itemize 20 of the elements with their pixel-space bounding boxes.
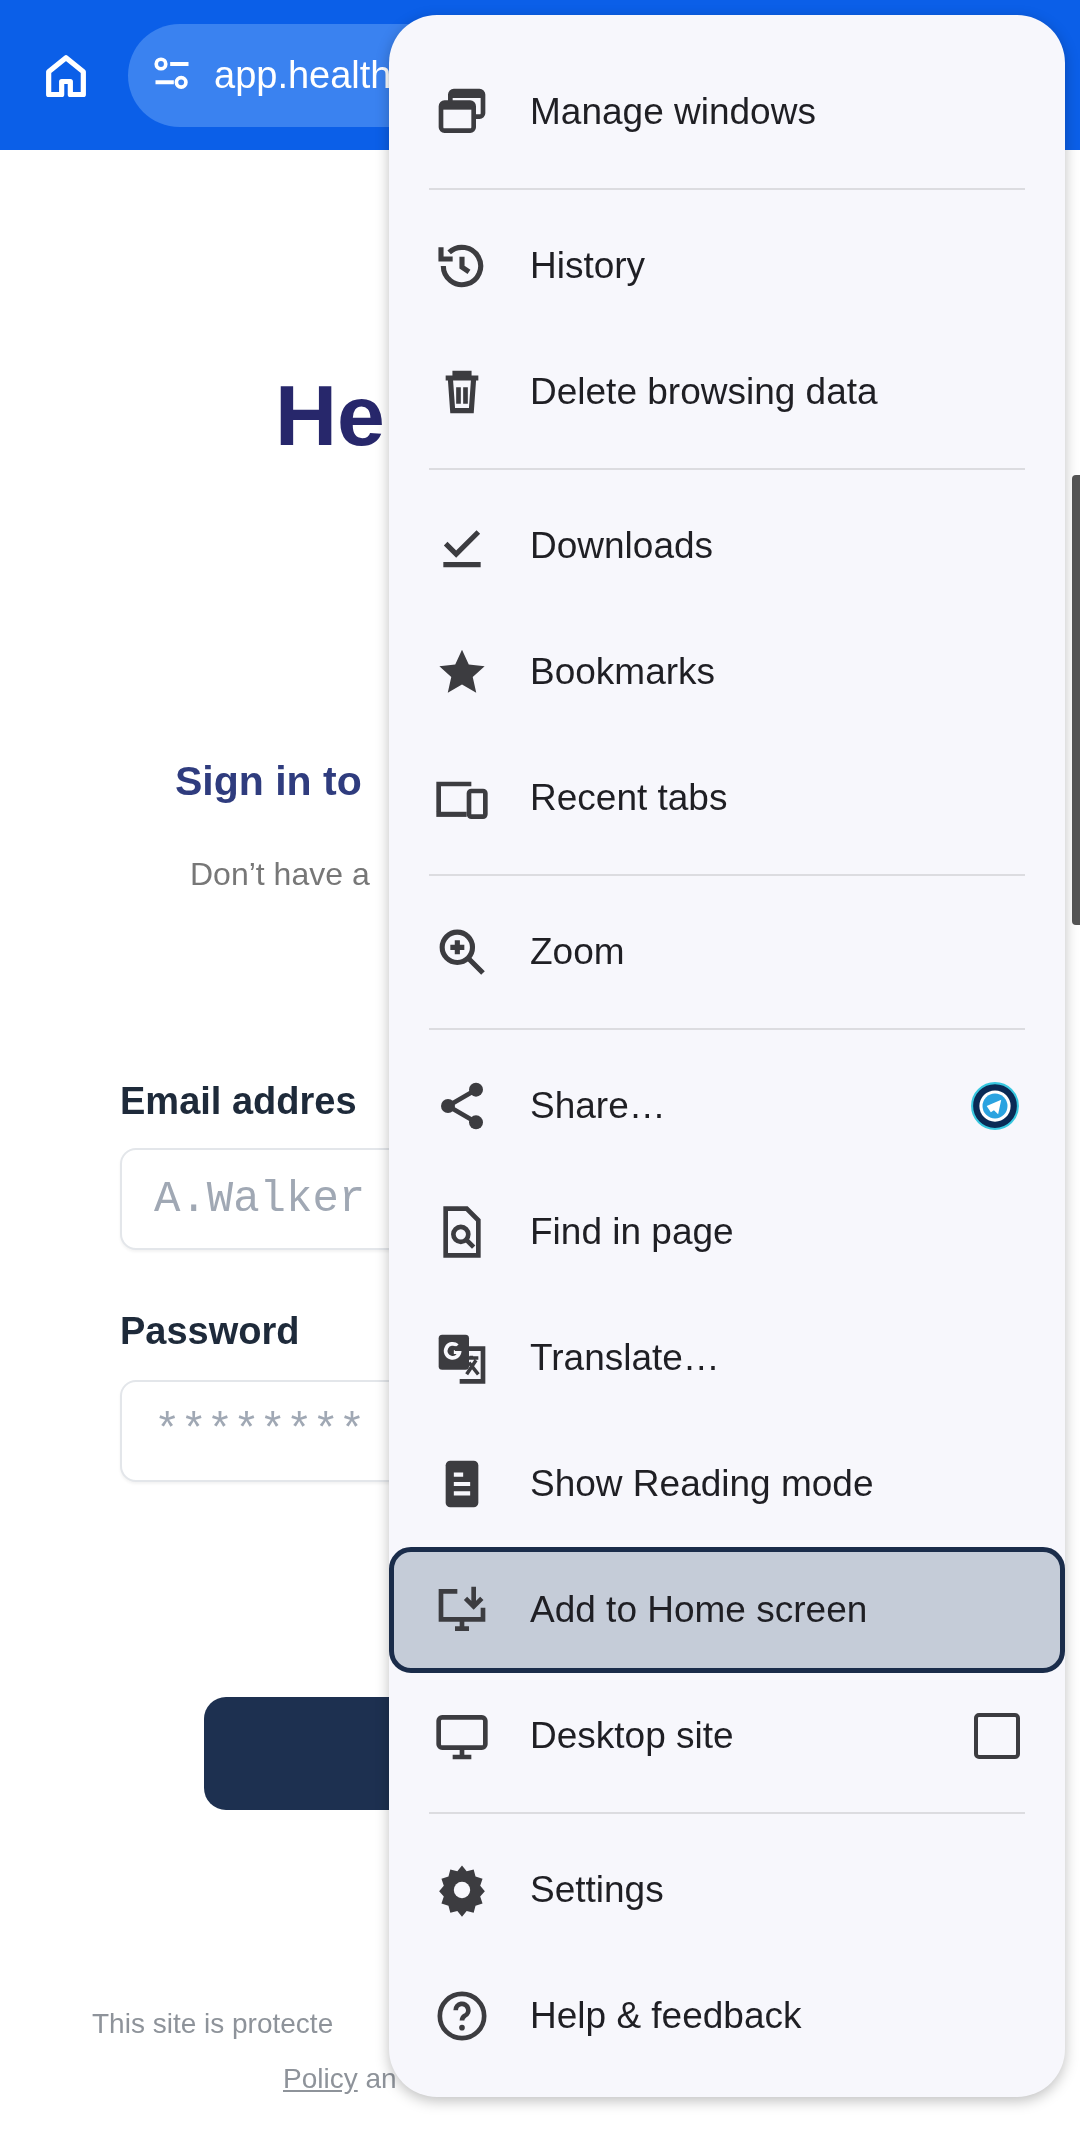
field-label: Email addres [120, 1082, 357, 1120]
menu-item[interactable]: Recent tabs [389, 735, 1065, 861]
checkbox[interactable] [974, 1713, 1020, 1759]
menu-item[interactable]: Desktop site [389, 1673, 1065, 1799]
page-heading: He [275, 372, 385, 458]
menu-item[interactable]: Bookmarks [389, 609, 1065, 735]
footer-text: This site is protecte [92, 2010, 334, 2038]
telegram-icon [970, 1081, 1020, 1131]
menu-item[interactable]: Delete browsing data [389, 329, 1065, 455]
footer-text: an [365, 2063, 397, 2094]
field-label: Password [120, 1312, 300, 1350]
menu-item[interactable]: History [389, 203, 1065, 329]
menu-item[interactable]: Downloads [389, 483, 1065, 609]
signup-prompt: Don’t have a [190, 858, 370, 890]
menu-item[interactable]: Add to Home screen [389, 1547, 1065, 1673]
menu-item[interactable]: Zoom [389, 889, 1065, 1015]
url-text: app.health [214, 52, 392, 98]
menu-item[interactable]: Manage windows [389, 49, 1065, 175]
menu-item[interactable]: Settings [389, 1827, 1065, 1953]
sign-in-title: Sign in to [175, 761, 362, 802]
